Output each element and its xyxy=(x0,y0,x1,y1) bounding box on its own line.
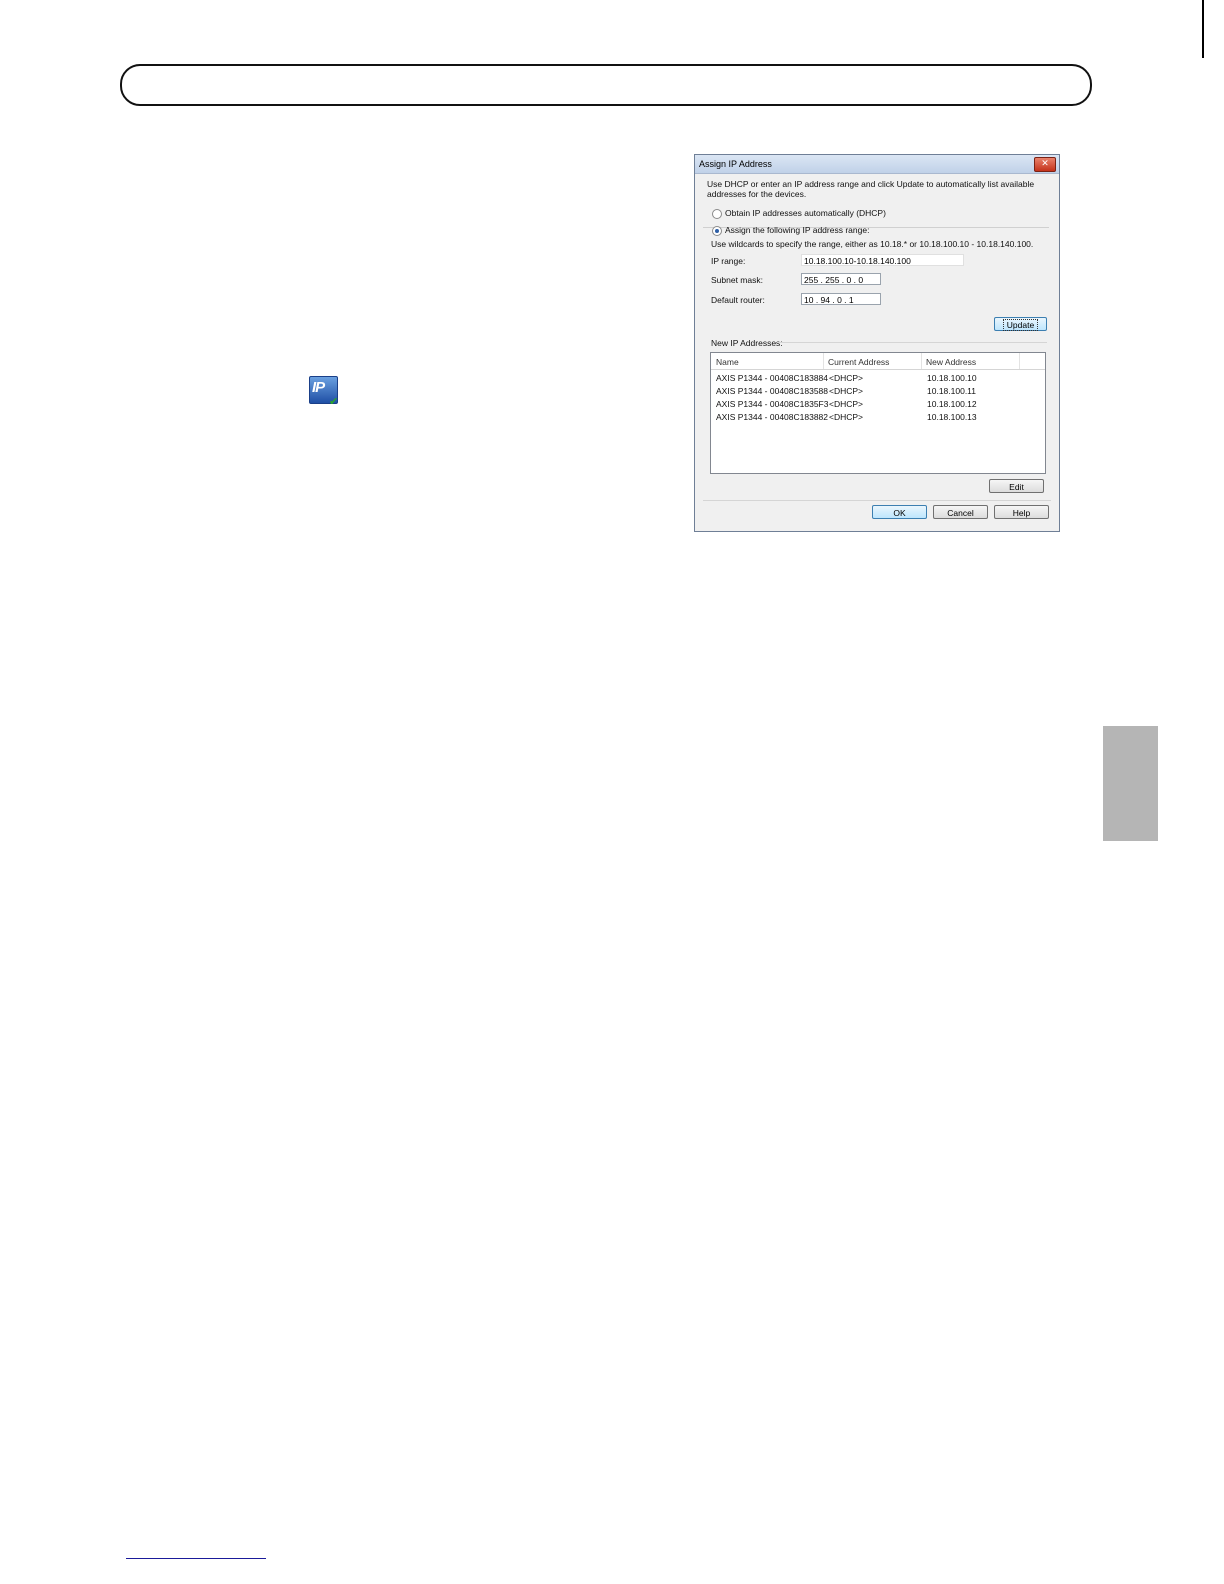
subnet-mask-label: Subnet mask: xyxy=(711,275,763,285)
close-button[interactable]: ✕ xyxy=(1034,157,1056,172)
new-ip-label: New IP Addresses: xyxy=(711,338,783,348)
table-row[interactable]: AXIS P1344 - 00408C183884 <DHCP> 10.18.1… xyxy=(711,372,1045,384)
button-row-separator xyxy=(703,500,1051,501)
row-current-address: <DHCP> xyxy=(829,386,864,396)
column-current-address[interactable]: Current Address xyxy=(828,357,889,367)
ip-icon-label: IP xyxy=(312,379,325,396)
side-tab xyxy=(1103,726,1158,841)
update-button-label: Update xyxy=(1002,319,1039,331)
row-current-address: <DHCP> xyxy=(829,412,864,422)
table-row[interactable]: AXIS P1344 - 00408C183588 <DHCP> 10.18.1… xyxy=(711,385,1045,397)
ip-utility-icon: IP ✔ xyxy=(309,376,339,408)
cancel-button-label: Cancel xyxy=(947,508,974,518)
column-divider xyxy=(921,353,922,369)
row-name: AXIS P1344 - 00408C183882 xyxy=(716,412,829,422)
subnet-mask-input[interactable]: 255 . 255 . 0 . 0 xyxy=(801,273,881,285)
table-row[interactable]: AXIS P1344 - 00408C183882 <DHCP> 10.18.1… xyxy=(711,411,1045,423)
dialog-intro: Use DHCP or enter an IP address range an… xyxy=(707,179,1035,199)
dialog-title: Assign IP Address xyxy=(699,159,772,169)
table-row[interactable]: AXIS P1344 - 00408C1835F3 <DHCP> 10.18.1… xyxy=(711,398,1045,410)
header-bar xyxy=(120,64,1092,106)
column-divider xyxy=(1019,353,1020,369)
update-button[interactable]: Update xyxy=(994,317,1047,331)
row-current-address: <DHCP> xyxy=(829,373,864,383)
row-current-address: <DHCP> xyxy=(829,399,864,409)
help-button[interactable]: Help xyxy=(994,505,1049,519)
edit-button[interactable]: Edit xyxy=(989,479,1044,493)
new-ip-separator xyxy=(777,342,1047,343)
row-new-address: 10.18.100.10 xyxy=(927,373,977,383)
ip-range-label: IP range: xyxy=(711,256,746,266)
row-new-address: 10.18.100.12 xyxy=(927,399,977,409)
radio-dhcp-label: Obtain IP addresses automatically (DHCP) xyxy=(725,208,886,218)
assign-ip-dialog: Assign IP Address ✕ Use DHCP or enter an… xyxy=(694,154,1060,532)
edit-button-label: Edit xyxy=(1009,482,1024,492)
row-name: AXIS P1344 - 00408C183884 xyxy=(716,373,829,383)
close-icon: ✕ xyxy=(1041,159,1049,169)
new-ip-list[interactable]: Name Current Address New Address AXIS P1… xyxy=(710,352,1046,474)
list-header: Name Current Address New Address xyxy=(711,353,1045,370)
dialog-titlebar: Assign IP Address ✕ xyxy=(695,155,1059,174)
help-button-label: Help xyxy=(1012,508,1031,518)
radio-dhcp[interactable] xyxy=(712,209,722,219)
default-router-label: Default router: xyxy=(711,295,765,305)
ok-button-label: OK xyxy=(893,508,906,518)
row-new-address: 10.18.100.13 xyxy=(927,412,977,422)
column-divider xyxy=(823,353,824,369)
column-new-address[interactable]: New Address xyxy=(926,357,976,367)
check-icon: ✔ xyxy=(329,395,339,408)
row-name: AXIS P1344 - 00408C183588 xyxy=(716,386,829,396)
cancel-button[interactable]: Cancel xyxy=(933,505,988,519)
row-new-address: 10.18.100.11 xyxy=(927,386,976,396)
wildcard-hint: Use wildcards to specify the range, eith… xyxy=(711,239,1034,249)
ip-range-input[interactable]: 10.18.100.10-10.18.140.100 xyxy=(801,254,964,266)
column-name[interactable]: Name xyxy=(716,357,739,367)
default-router-input[interactable]: 10 . 94 . 0 . 1 xyxy=(801,293,881,305)
footer-rule xyxy=(126,1558,266,1559)
row-name: AXIS P1344 - 00408C1835F3 xyxy=(716,399,829,409)
ok-button[interactable]: OK xyxy=(872,505,927,519)
page-edge-rule xyxy=(1202,0,1204,58)
radio-range-label: Assign the following IP address range: xyxy=(725,225,870,235)
radio-range[interactable] xyxy=(712,226,722,236)
